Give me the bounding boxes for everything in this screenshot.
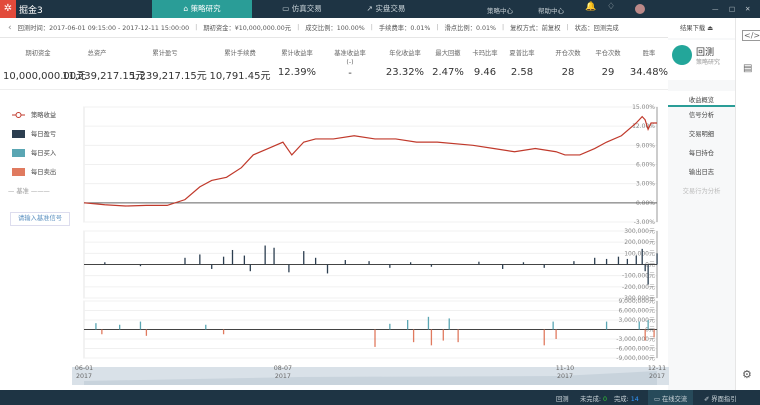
buy-bar <box>427 316 430 330</box>
trades-tick-label: 3,000,000元 <box>618 317 655 324</box>
sell-bar <box>430 329 433 346</box>
pnl-bar <box>243 255 246 265</box>
x-tick-year: 2017 <box>649 373 665 380</box>
backtest-chart: 15.00%12.00%9.00%6.00%3.00%0.00%-3.00%30… <box>72 104 669 385</box>
pnl-bar <box>273 247 275 265</box>
returns-tick-label: 9.00% <box>636 142 655 149</box>
pnl-bar <box>326 264 329 274</box>
pnl-bar <box>104 262 106 265</box>
pnl-tick-label: 300,000元 <box>624 228 655 235</box>
sell-bar <box>457 329 459 343</box>
pnl-tick-label: -100,000元 <box>622 273 655 280</box>
sell-bar <box>412 329 415 343</box>
pnl-tick-label: 100,000元 <box>624 250 655 257</box>
pnl-bar <box>139 264 142 267</box>
ui-guide-button[interactable]: ✐ 界面指引 <box>704 394 736 403</box>
pnl-bar <box>644 264 646 272</box>
done-label: 完成: <box>614 396 629 403</box>
returns-tick-label: -3.00% <box>634 219 656 226</box>
x-tick-year: 2017 <box>76 373 92 380</box>
pnl-bar <box>502 264 504 269</box>
sell-bar <box>653 329 655 338</box>
buy-bar <box>552 321 554 330</box>
pnl-bar <box>573 261 575 265</box>
sell-bar <box>222 329 225 335</box>
trades-tick-label: 6,000,000元 <box>618 308 655 315</box>
done-count: 14 <box>630 396 639 403</box>
trades-tick-label: -9,000,000元 <box>616 355 655 362</box>
pnl-bar <box>635 255 637 265</box>
trades-tick-label: 9,000,000元 <box>618 298 655 305</box>
pending-label: 未完成: <box>580 396 602 403</box>
sell-bar <box>374 329 376 347</box>
x-tick-label: 08-07 <box>274 365 292 372</box>
pnl-bar <box>478 261 480 265</box>
pnl-bar <box>522 262 525 265</box>
buy-bar <box>605 321 608 330</box>
returns-tick-label: 15.00% <box>632 104 655 111</box>
x-tick-label: 12-11 <box>648 365 666 372</box>
pnl-bar <box>409 262 412 265</box>
pnl-bar <box>389 264 391 268</box>
x-tick-year: 2017 <box>275 373 291 380</box>
pnl-bar <box>264 245 266 265</box>
buy-bar <box>139 321 142 330</box>
status-mode: 回测 <box>556 396 569 403</box>
pnl-bar <box>288 264 290 273</box>
pnl-bar <box>249 264 251 272</box>
pnl-bar <box>647 264 649 285</box>
trades-tick-label: -6,000,000元 <box>616 346 655 353</box>
returns-tick-label: 3.00% <box>636 181 655 188</box>
strategy-return-line <box>83 115 657 207</box>
buy-bar <box>638 321 640 330</box>
sell-bar <box>555 329 557 339</box>
buy-bar <box>647 320 649 330</box>
pnl-bar <box>211 264 213 269</box>
pnl-bar <box>303 251 305 265</box>
pnl-bar <box>626 258 629 265</box>
pnl-bar <box>314 257 317 265</box>
pnl-bar <box>656 253 658 265</box>
pnl-bar <box>184 257 186 265</box>
pnl-bar <box>344 260 346 265</box>
buy-bar <box>407 320 409 330</box>
sell-bar <box>101 329 103 335</box>
x-tick-label: 11-10 <box>556 365 574 372</box>
pnl-bar <box>231 249 234 265</box>
buy-bar <box>95 323 97 330</box>
chat-icon: ▭ <box>654 396 660 403</box>
buy-bar <box>205 324 207 330</box>
x-tick-year: 2017 <box>557 373 573 380</box>
trades-tick-label: -3,000,000元 <box>616 336 655 343</box>
sell-bar <box>644 329 646 341</box>
buy-bar <box>389 323 391 330</box>
buy-bar <box>119 324 121 330</box>
returns-tick-label: 6.00% <box>636 162 655 169</box>
sell-bar <box>543 329 545 346</box>
pnl-bar <box>222 256 225 265</box>
sell-bar <box>145 329 148 336</box>
pnl-bar <box>594 257 596 265</box>
x-tick-label: 06-01 <box>75 365 93 372</box>
online-chat-button[interactable]: ▭ 在线交流 <box>648 390 694 405</box>
buy-bar <box>448 318 450 330</box>
status-bar: 回测 未完成: 0 完成: 14 ▭ 在线交流 ✐ 界面指引 <box>0 390 760 405</box>
sell-bar <box>442 329 444 341</box>
pnl-bar <box>617 256 620 265</box>
pending-count: 0 <box>603 396 608 403</box>
pnl-bar <box>641 248 643 265</box>
pnl-bar <box>199 254 201 265</box>
pnl-bar <box>368 261 370 265</box>
pnl-bar <box>543 264 545 268</box>
pnl-tick-label: -200,000元 <box>622 284 655 291</box>
pnl-bar <box>430 264 433 267</box>
pin-icon: ✐ <box>704 396 710 403</box>
pnl-bar <box>605 258 608 265</box>
pnl-tick-label: 200,000元 <box>624 239 655 246</box>
